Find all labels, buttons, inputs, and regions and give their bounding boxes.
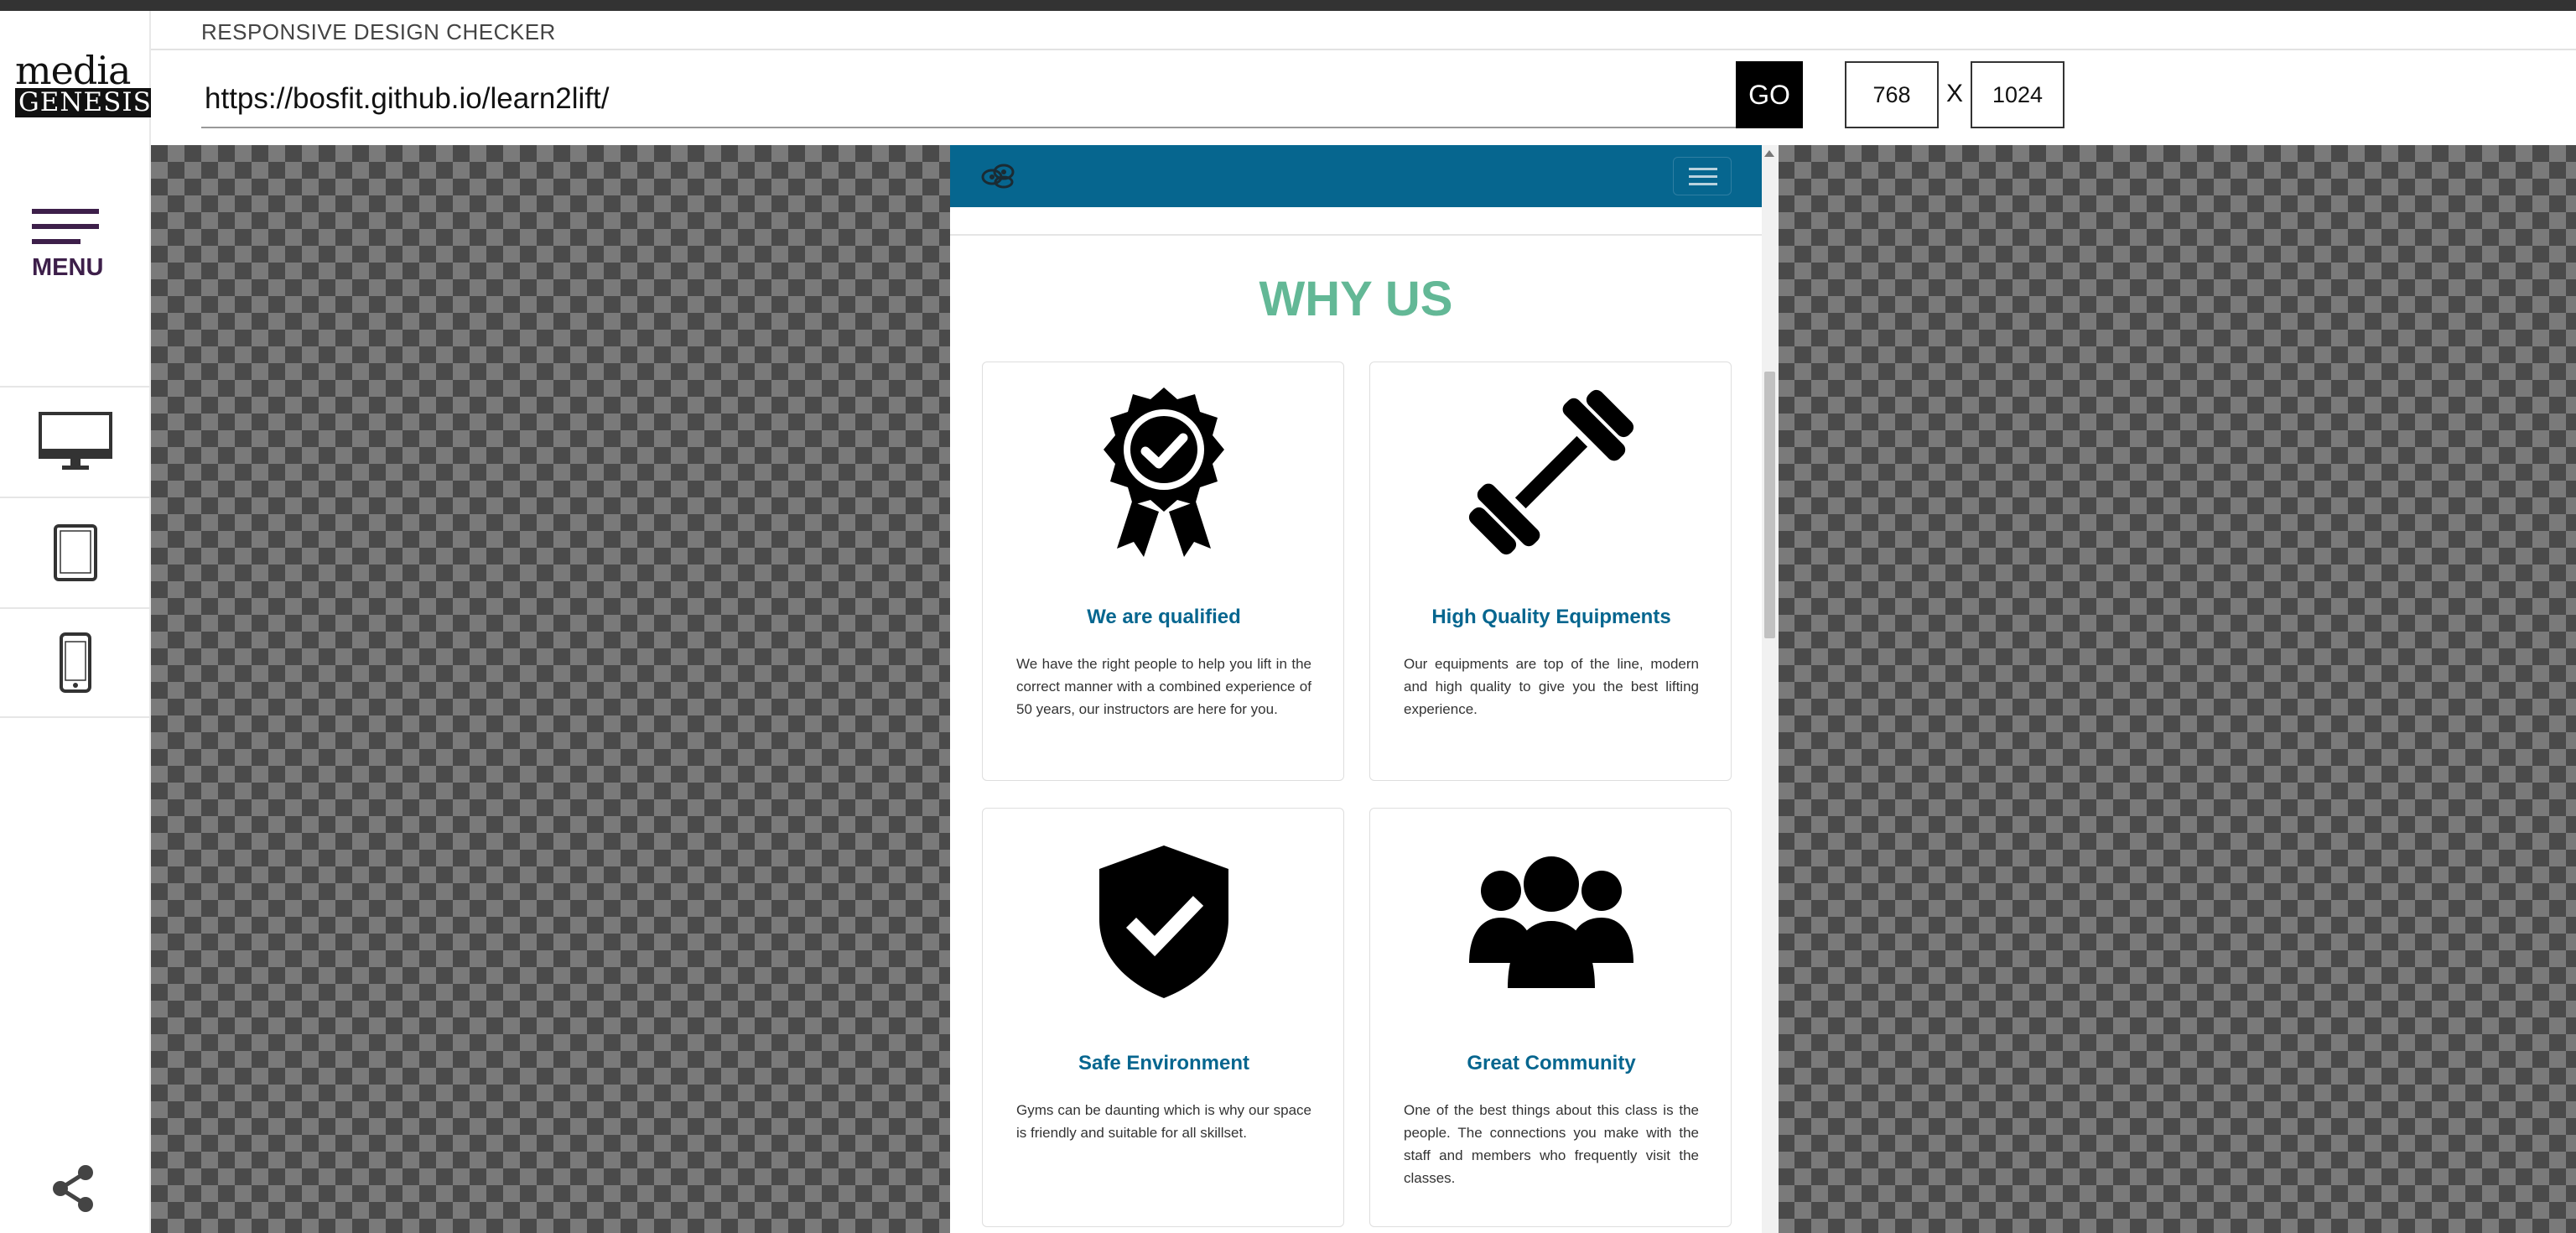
dumbbell-plates-icon <box>981 164 1015 189</box>
window-top-strip <box>0 0 2576 11</box>
users-group-icon <box>1469 856 1633 988</box>
sidebar: media GENESIS MENU <box>0 11 155 1233</box>
feature-card-equipment: High Quality Equipments Our equipments a… <box>1369 362 1732 781</box>
site-navbar <box>950 145 1762 207</box>
desktop-device-button[interactable] <box>0 386 151 497</box>
header-divider <box>151 49 2576 50</box>
tablet-icon <box>54 524 97 581</box>
phone-icon <box>60 632 91 693</box>
page-title: RESPONSIVE DESIGN CHECKER <box>201 19 556 44</box>
phone-device-button[interactable] <box>0 607 151 718</box>
share-button[interactable] <box>50 1164 96 1217</box>
viewport-scroll-thumb[interactable] <box>1764 372 1775 638</box>
section-divider <box>950 234 1762 236</box>
logo-text-media: media <box>15 48 131 93</box>
media-genesis-logo[interactable]: media GENESIS <box>15 48 155 117</box>
width-input[interactable] <box>1845 61 1939 128</box>
hamburger-icon-bar <box>1689 175 1717 178</box>
menu-button[interactable]: MENU <box>32 209 104 282</box>
hamburger-icon <box>32 209 99 214</box>
logo-text-genesis: GENESIS <box>15 88 155 117</box>
site-logo[interactable] <box>980 160 1015 195</box>
dimension-separator: X <box>1946 80 1964 107</box>
card-text: Our equipments are top of the line, mode… <box>1404 656 1699 717</box>
header: RESPONSIVE DESIGN CHECKER GO X <box>151 11 2576 145</box>
viewport-scrollbar[interactable] <box>1762 145 1779 1233</box>
feature-card-safe: Safe Environment Gyms can be daunting wh… <box>982 808 1344 1227</box>
card-title: Great Community <box>1467 1052 1636 1074</box>
go-button[interactable]: GO <box>1736 61 1803 128</box>
dumbbell-icon <box>1468 389 1634 555</box>
card-title: We are qualified <box>1087 606 1241 628</box>
card-title: High Quality Equipments <box>1431 606 1671 628</box>
hamburger-icon-bar <box>32 239 80 244</box>
feature-card-qualified: We are qualified We have the right peopl… <box>982 362 1344 781</box>
card-title: Safe Environment <box>1078 1052 1250 1074</box>
desktop-icon <box>39 412 112 470</box>
scroll-up-arrow-icon[interactable] <box>1764 150 1774 157</box>
tablet-device-button[interactable] <box>0 497 151 607</box>
share-icon <box>53 1165 93 1212</box>
url-input[interactable] <box>201 71 1736 128</box>
hamburger-icon-bar <box>32 224 99 229</box>
feature-card-community: Great Community One of the best things a… <box>1369 808 1732 1227</box>
hamburger-icon <box>1689 168 1717 170</box>
height-input[interactable] <box>1971 61 2064 128</box>
hamburger-icon-bar <box>1689 183 1717 185</box>
award-badge-icon <box>1104 388 1224 557</box>
section-heading: WHY US <box>1259 272 1453 326</box>
preview-viewport[interactable]: WHY US We are qualified We have the righ… <box>950 145 1779 1233</box>
card-text: One of the best things about this class … <box>1404 1102 1699 1186</box>
card-text: Gyms can be daunting which is why our sp… <box>1016 1102 1311 1141</box>
nav-toggle-button[interactable] <box>1673 157 1732 195</box>
menu-label: MENU <box>32 254 104 281</box>
card-text: We have the right people to help you lif… <box>1016 656 1311 717</box>
shield-check-icon <box>1099 845 1228 998</box>
